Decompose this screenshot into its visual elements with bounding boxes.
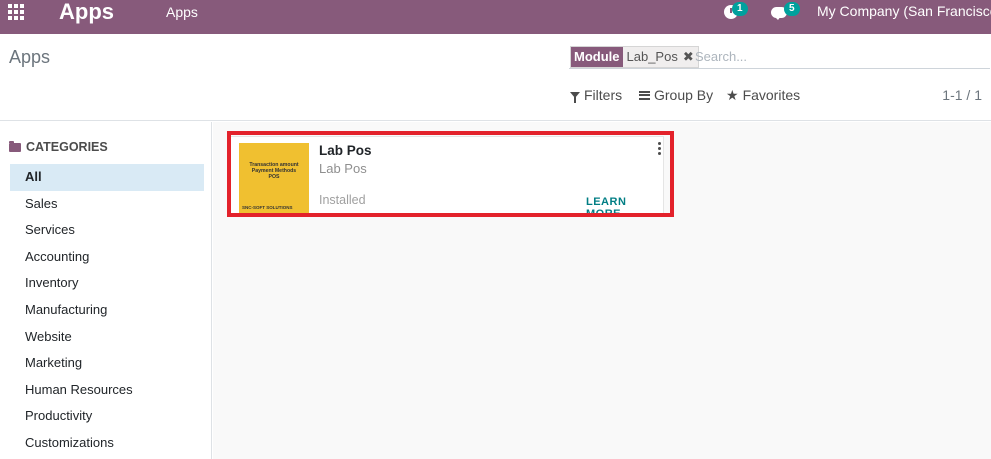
category-sidebar: CATEGORIES All Sales Services Accounting Inv… xyxy=(0,122,212,459)
folder-icon xyxy=(9,140,21,152)
activity-count-badge: 1 xyxy=(732,2,748,16)
kebab-menu-icon[interactable] xyxy=(657,142,663,156)
top-navbar: Apps Apps 1 5 My Company (San Francisco) xyxy=(0,0,991,34)
category-list: All Sales Services Accounting Inventory Manuf… xyxy=(10,164,204,457)
sidebar-item-all[interactable]: All xyxy=(10,164,204,191)
favorites-label: Favorites xyxy=(742,87,801,103)
categories-title: CATEGORIES xyxy=(26,140,108,154)
messages-count-badge: 5 xyxy=(784,2,800,16)
thumbnail-text: Transaction amount Payment Methods POS xyxy=(239,162,309,180)
star-icon: ★ xyxy=(726,87,739,103)
sidebar-item-manufacturing[interactable]: Manufacturing xyxy=(10,297,204,324)
filters-button[interactable]: Filters xyxy=(570,87,622,103)
learn-more-button[interactable]: LEARN MORE xyxy=(586,196,663,220)
control-panel: Apps Module Lab_Pos ✖ Filters Group By ★… xyxy=(0,34,991,121)
favorites-button[interactable]: ★ Favorites xyxy=(726,87,800,103)
sidebar-item-productivity[interactable]: Productivity xyxy=(10,403,204,430)
search-facet: Module Lab_Pos ✖ xyxy=(570,46,699,68)
app-brand-title: Apps xyxy=(59,0,114,24)
sidebar-item-sales[interactable]: Sales xyxy=(10,191,204,218)
pager-value[interactable]: 1-1 / 1 xyxy=(942,87,982,103)
app-thumbnail: Transaction amount Payment Methods POS S… xyxy=(239,143,309,213)
app-status: Installed xyxy=(319,193,366,207)
messages-button[interactable]: 5 xyxy=(770,2,804,24)
sidebar-item-services[interactable]: Services xyxy=(10,217,204,244)
sidebar-item-website[interactable]: Website xyxy=(10,324,204,351)
company-switcher[interactable]: My Company (San Francisco) xyxy=(817,3,991,19)
close-icon[interactable]: ✖ xyxy=(683,47,694,67)
menu-item-apps[interactable]: Apps xyxy=(166,4,198,20)
search-bar: Module Lab_Pos ✖ xyxy=(569,45,990,69)
app-technical-name: Lab Pos xyxy=(319,161,367,176)
activity-button[interactable]: 1 xyxy=(722,2,748,24)
facet-value-wrap: Lab_Pos ✖ xyxy=(622,47,698,67)
facet-label: Module xyxy=(571,47,623,67)
thumbnail-footer: SNC-SOFT SOLUTIONS xyxy=(242,205,293,210)
sidebar-item-marketing[interactable]: Marketing xyxy=(10,350,204,377)
sidebar-item-accounting[interactable]: Accounting xyxy=(10,244,204,271)
sidebar-item-human-resources[interactable]: Human Resources xyxy=(10,377,204,404)
app-card[interactable]: Transaction amount Payment Methods POS S… xyxy=(228,136,664,220)
facet-value: Lab_Pos xyxy=(626,49,678,64)
funnel-icon xyxy=(570,92,580,103)
search-input[interactable] xyxy=(695,46,985,66)
sidebar-item-customizations[interactable]: Customizations xyxy=(10,430,204,457)
apps-grid-icon[interactable] xyxy=(8,4,28,24)
app-name: Lab Pos xyxy=(319,143,372,158)
groupby-button[interactable]: Group By xyxy=(639,87,713,103)
groupby-label: Group By xyxy=(654,87,714,103)
breadcrumb: Apps xyxy=(9,47,51,67)
sidebar-item-inventory[interactable]: Inventory xyxy=(10,270,204,297)
thumbnail-line-3: POS xyxy=(268,174,280,180)
categories-header: CATEGORIES xyxy=(9,140,108,154)
kanban-view: Transaction amount Payment Methods POS S… xyxy=(213,122,991,459)
filters-label: Filters xyxy=(584,87,623,103)
bars-icon xyxy=(639,90,650,100)
